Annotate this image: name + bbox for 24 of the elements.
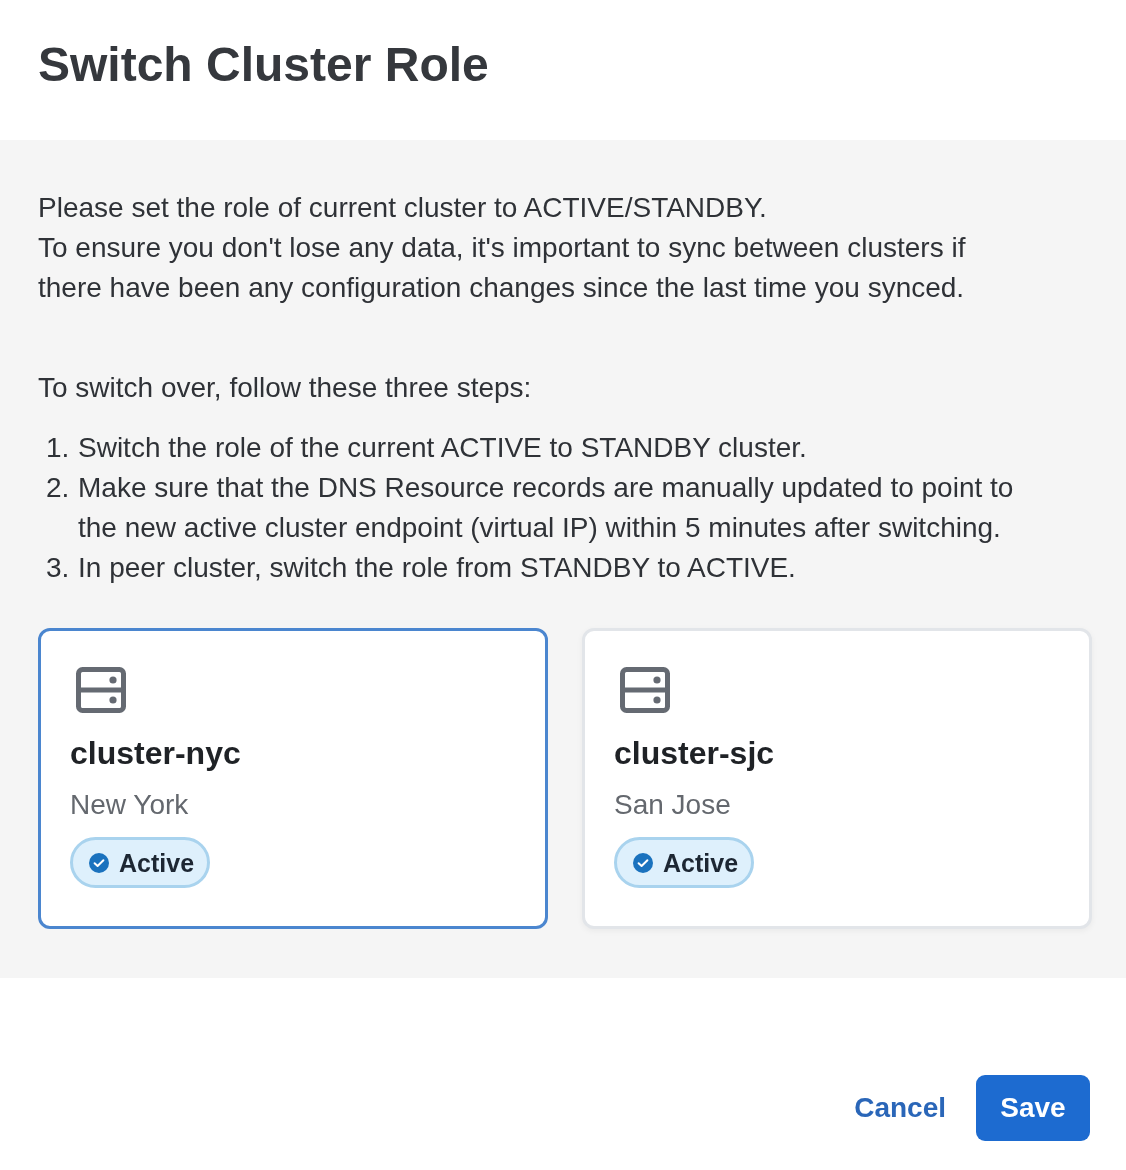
status-label: Active [663,847,739,878]
server-icon [76,667,126,713]
save-button[interactable]: Save [976,1075,1090,1141]
cluster-name: cluster-sjc [614,734,775,773]
cluster-card[interactable]: cluster-nyc New York Active [38,628,548,929]
cluster-location: New York [70,788,189,822]
step-text: Switch the role of the current ACTIVE to STANDBY cluster. [78,431,807,465]
cluster-card[interactable]: cluster-sjc San Jose Active [582,628,1092,929]
step-text: Make sure that the DNS Resource records are manually updated to point to the new active cluster endpoint (virtual IP) within 5 minutes after switching. [78,471,1015,545]
intro-text: Please set the role of current cluster to ACTIVE/STANDBY. [38,191,768,225]
steps-heading: To switch over, follow these three steps: [38,371,533,405]
check-circle-icon [633,852,653,873]
intro-text: To ensure you don't lose any data, it's important to sync between clusters if there have been any configuration changes since the last time you synced. [38,231,967,305]
step-number: 2. [46,471,70,505]
server-icon [620,667,670,713]
cluster-location: San Jose [614,788,731,822]
check-circle-icon [89,852,109,873]
step-text: In peer cluster, switch the role from STANDBY to ACTIVE. [78,551,796,585]
step-number: 1. [46,431,70,465]
status-label: Active [119,847,195,878]
dialog-title: Switch Cluster Role [38,37,489,93]
cancel-button[interactable]: Cancel [854,1075,946,1141]
step-number: 3. [46,551,70,585]
cluster-name: cluster-nyc [70,734,241,773]
